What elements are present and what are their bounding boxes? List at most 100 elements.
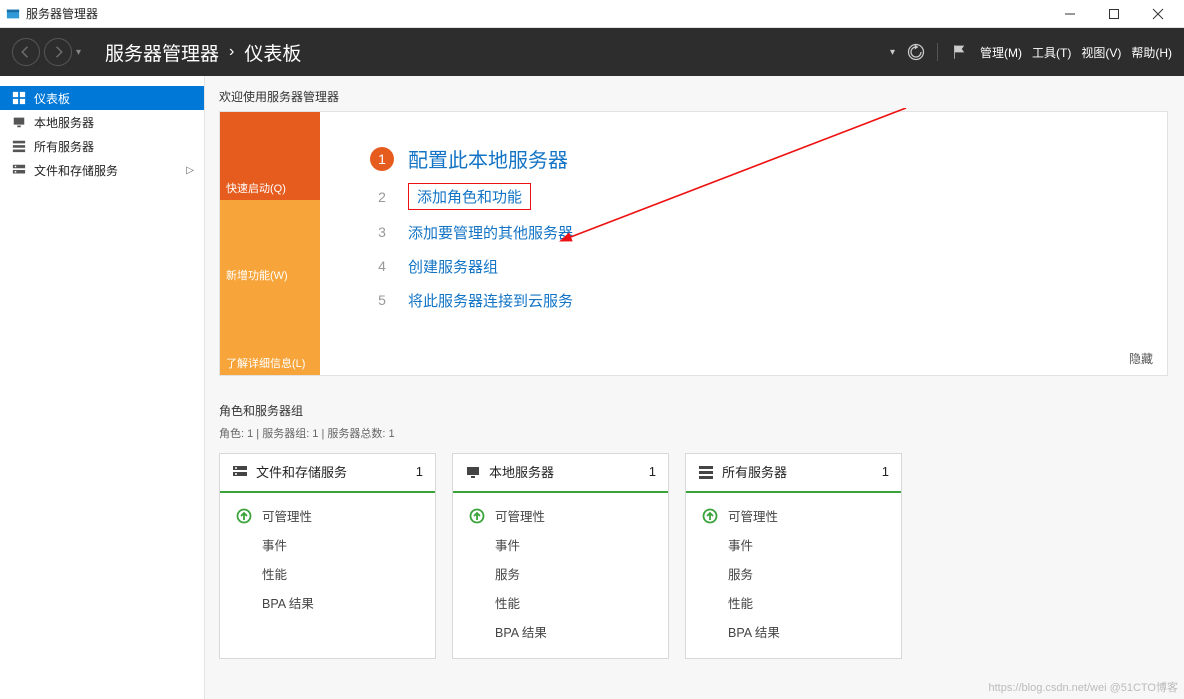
tile-separator	[453, 491, 668, 493]
flag-icon[interactable]	[948, 41, 970, 63]
quickstart-step-2[interactable]: 2 添加角色和功能	[370, 183, 1139, 210]
back-button[interactable]	[12, 38, 40, 66]
tile-row-label: 服务	[728, 564, 753, 583]
quickstart-step-4[interactable]: 4 创建服务器组	[370, 254, 1139, 278]
tile-row[interactable]: 服务	[702, 559, 889, 588]
tile-row-label: 事件	[495, 535, 520, 554]
step-link[interactable]: 创建服务器组	[408, 256, 498, 277]
roles-subtitle: 角色: 1 | 服务器组: 1 | 服务器总数: 1	[219, 425, 1168, 441]
sidebar-item-all-servers[interactable]: 所有服务器	[0, 134, 204, 158]
dashboard-icon	[12, 91, 26, 105]
tile-row[interactable]: 性能	[469, 588, 656, 617]
breadcrumb: 服务器管理器 › 仪表板	[105, 39, 301, 66]
tile-row-label: 可管理性	[728, 506, 778, 525]
close-button[interactable]	[1136, 0, 1180, 28]
tile-row[interactable]: 性能	[702, 588, 889, 617]
menu-view[interactable]: 视图(V)	[1081, 44, 1121, 61]
tile-row[interactable]: 事件	[236, 530, 423, 559]
chevron-right-icon: ▷	[186, 165, 194, 176]
step-link[interactable]: 将此服务器连接到云服务	[408, 290, 573, 311]
tile-separator	[686, 491, 901, 493]
tile-row-label: BPA 结果	[262, 593, 314, 612]
breadcrumb-page: 仪表板	[244, 39, 301, 66]
sidebar-item-label: 文件和存储服务	[34, 162, 118, 179]
tile-count: 1	[416, 464, 423, 479]
tile-row-label: BPA 结果	[728, 622, 780, 641]
tile-row[interactable]: 事件	[469, 530, 656, 559]
step-number-badge: 2	[370, 185, 394, 209]
tile-row-label: 可管理性	[495, 506, 545, 525]
step-link[interactable]: 添加角色和功能	[408, 183, 531, 210]
roles-heading: 角色和服务器组	[219, 402, 1168, 419]
sidebar-item-file-storage[interactable]: 文件和存储服务 ▷	[0, 158, 204, 182]
tile-row[interactable]: 事件	[702, 530, 889, 559]
tab-whatsnew[interactable]: 新增功能(W)	[220, 200, 320, 288]
window-titlebar: 服务器管理器	[0, 0, 1184, 28]
file-storage-icon	[12, 163, 26, 177]
step-number-badge: 4	[370, 254, 394, 278]
tile-row[interactable]: 性能	[236, 559, 423, 588]
menu-tools[interactable]: 工具(T)	[1032, 44, 1071, 61]
minimize-button[interactable]	[1048, 0, 1092, 28]
tab-learnmore[interactable]: 了解详细信息(L)	[220, 287, 320, 375]
quickstart-step-3[interactable]: 3 添加要管理的其他服务器	[370, 220, 1139, 244]
local-server-icon	[12, 115, 26, 129]
tile-row[interactable]: 可管理性	[236, 501, 423, 530]
tile-file-storage[interactable]: 文件和存储服务 1 可管理性事件性能 BPA 结果	[219, 453, 436, 659]
all-servers-icon	[12, 139, 26, 153]
all-servers-icon	[698, 464, 714, 480]
refresh-icon[interactable]	[905, 41, 927, 63]
tile-title: 文件和存储服务	[256, 462, 347, 481]
hide-link[interactable]: 隐藏	[1129, 350, 1153, 367]
tile-separator	[220, 491, 435, 493]
tile-row[interactable]: BPA 结果	[702, 617, 889, 646]
sidebar-item-local-server[interactable]: 本地服务器	[0, 110, 204, 134]
step-number-badge: 3	[370, 220, 394, 244]
tile-count: 1	[649, 464, 656, 479]
tiles-row: 文件和存储服务1可管理性事件性能BPA 结果本地服务器1可管理性事件服务性能BP…	[219, 453, 1168, 659]
tile-row-label: 性能	[728, 593, 753, 612]
watermark: https://blog.csdn.net/wei @51CTO博客	[989, 679, 1179, 695]
app-header: ▾ 服务器管理器 › 仪表板 ▾ 管理(M) 工具(T) 视图(V) 帮助(H)	[0, 28, 1184, 76]
tile-count: 1	[882, 464, 889, 479]
quickstart-step-5[interactable]: 5 将此服务器连接到云服务	[370, 288, 1139, 312]
breadcrumb-root[interactable]: 服务器管理器	[105, 39, 219, 66]
tile-row-label: 事件	[728, 535, 753, 554]
tile-row-label: BPA 结果	[495, 622, 547, 641]
forward-button[interactable]	[44, 38, 72, 66]
up-arrow-icon	[469, 508, 485, 524]
tab-quickstart[interactable]: 快速启动(Q)	[220, 112, 320, 200]
menu-help[interactable]: 帮助(H)	[1131, 44, 1172, 61]
tile-row-label: 可管理性	[262, 506, 312, 525]
sidebar-item-label: 本地服务器	[34, 114, 94, 131]
tile-row[interactable]: 可管理性	[469, 501, 656, 530]
welcome-panel: 快速启动(Q) 新增功能(W) 了解详细信息(L) 1 配置此本地服务器 2 添加角色…	[219, 111, 1168, 376]
step-link[interactable]: 添加要管理的其他服务器	[408, 222, 573, 243]
tile-title: 本地服务器	[489, 462, 554, 481]
quickstart-step-1[interactable]: 1 配置此本地服务器	[370, 144, 1139, 173]
sidebar-item-dashboard[interactable]: 仪表板	[0, 86, 204, 110]
tile-row-label: 事件	[262, 535, 287, 554]
tile-row[interactable]: BPA 结果	[236, 588, 423, 617]
tile-row[interactable]: 服务	[469, 559, 656, 588]
tile-row[interactable]: BPA 结果	[469, 617, 656, 646]
tile-local-server[interactable]: 本地服务器 1 可管理性事件服务性能 BPA 结果	[452, 453, 669, 659]
header-dropdown-icon[interactable]: ▾	[890, 47, 895, 58]
menu-manage[interactable]: 管理(M)	[980, 44, 1022, 61]
tile-all-servers[interactable]: 所有服务器1可管理性事件服务性能BPA 结果	[685, 453, 902, 659]
chevron-right-icon: ›	[229, 43, 234, 61]
up-arrow-icon	[702, 508, 718, 524]
sidebar: 仪表板本地服务器所有服务器文件和存储服务 ▷	[0, 76, 204, 699]
tile-row-label: 性能	[262, 564, 287, 583]
welcome-heading: 欢迎使用服务器管理器	[219, 88, 1168, 105]
step-link[interactable]: 配置此本地服务器	[408, 144, 568, 173]
step-number-badge: 1	[370, 147, 394, 171]
up-arrow-icon	[236, 508, 252, 524]
step-number-badge: 5	[370, 288, 394, 312]
window-title: 服务器管理器	[26, 5, 98, 22]
header-separator	[937, 43, 938, 61]
forward-dropdown-icon[interactable]: ▾	[76, 47, 81, 58]
maximize-button[interactable]	[1092, 0, 1136, 28]
tile-row[interactable]: 可管理性	[702, 501, 889, 530]
local-server-icon	[465, 464, 481, 480]
